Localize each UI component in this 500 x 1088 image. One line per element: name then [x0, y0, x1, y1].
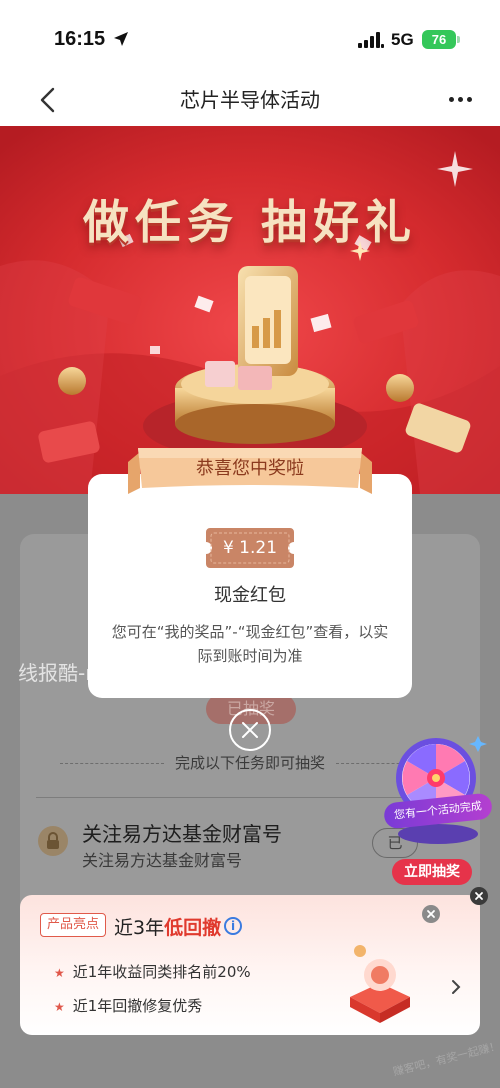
watermark-text: 线报酷-new.xianbao.fun — [18, 661, 249, 685]
product-title-prefix: 近3年 — [114, 917, 165, 939]
product-point-text: 近1年回撤修复优秀 — [72, 997, 203, 1015]
card-dismiss-button[interactable] — [470, 887, 488, 905]
product-illustration — [350, 945, 410, 1023]
product-point: ★ 近1年收益同类排名前20% — [54, 961, 251, 982]
close-icon — [475, 892, 483, 900]
status-bar: 16:15 5G 76 — [0, 0, 500, 78]
prize-name: 现金红包 — [214, 585, 286, 606]
task-title: 关注易方达基金财富号 — [82, 822, 282, 846]
product-highlight-card[interactable]: 产品亮点 近3年低回撤 i ★ 近1年收益同类排名前20% ★ 近1年回撤修复优秀 — [20, 895, 480, 1035]
product-title-highlight: 低回撤 — [164, 917, 222, 939]
signal-icon — [358, 32, 384, 48]
more-menu-button[interactable] — [440, 86, 480, 112]
star-icon: ★ — [54, 966, 65, 980]
product-point-text: 近1年收益同类排名前20% — [72, 963, 251, 981]
banner-illustration — [0, 126, 500, 494]
status-time: 16:15 — [54, 28, 106, 50]
close-icon — [242, 722, 258, 738]
location-arrow-icon — [114, 32, 128, 46]
lock-icon — [38, 826, 68, 856]
page-title: 芯片半导体活动 — [180, 88, 320, 112]
network-label: 5G — [391, 30, 414, 49]
nav-bar: 芯片半导体活动 — [0, 78, 500, 126]
activity-banner: 做任务 抽好礼 — [0, 126, 500, 494]
product-badge: 产品亮点 — [40, 913, 106, 937]
banner-headline: 做任务 抽好礼 — [82, 195, 417, 249]
task-subtitle: 关注易方达基金财富号 — [82, 851, 243, 870]
info-icon[interactable]: i — [224, 917, 242, 935]
star-icon: ★ — [54, 1000, 65, 1014]
battery-icon: 76 — [422, 30, 456, 49]
modal-ribbon-text: 恭喜您中奖啦 — [196, 458, 304, 479]
product-close-button[interactable] — [422, 905, 440, 923]
chevron-right-icon[interactable] — [448, 977, 464, 997]
modal-close-button[interactable] — [229, 709, 271, 751]
product-title: 近3年低回撤 — [114, 913, 221, 940]
draw-now-button[interactable]: 立即抽奖 — [392, 859, 472, 885]
product-point: ★ 近1年回撤修复优秀 — [54, 995, 202, 1016]
close-icon — [427, 910, 435, 918]
prize-amount: ¥ 1.21 — [222, 538, 278, 558]
battery-tip — [457, 36, 460, 43]
